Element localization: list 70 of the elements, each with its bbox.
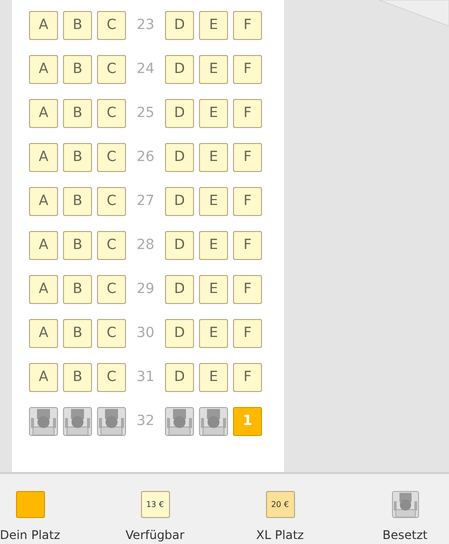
seat-button[interactable]: D — [165, 187, 194, 216]
seat-button[interactable]: C — [97, 319, 126, 348]
seat-button[interactable]: D — [165, 319, 194, 348]
seat-button[interactable]: E — [199, 55, 228, 84]
seat-button[interactable]: B — [63, 363, 92, 392]
seat-button[interactable]: F — [233, 187, 262, 216]
seat-button[interactable]: A — [29, 99, 58, 128]
row-number: 25 — [136, 104, 156, 123]
seat-button[interactable]: D — [165, 275, 194, 304]
seat-button[interactable]: D — [165, 363, 194, 392]
seat-button[interactable]: D — [165, 11, 194, 40]
row-number: 23 — [136, 16, 156, 35]
seat-button[interactable]: E — [199, 319, 228, 348]
seat-button[interactable]: A — [29, 55, 58, 84]
row-number: 27 — [136, 192, 156, 211]
seat-button[interactable]: C — [97, 231, 126, 260]
seat-button[interactable]: B — [63, 55, 92, 84]
seat-button[interactable]: A — [29, 231, 58, 260]
seat-button[interactable]: A — [29, 363, 58, 392]
seat-button[interactable]: E — [199, 363, 228, 392]
seat-button[interactable]: A — [29, 319, 58, 348]
seat-button[interactable]: F — [233, 143, 262, 172]
seat-button[interactable]: D — [165, 143, 194, 172]
seat-button[interactable]: B — [63, 11, 92, 40]
seat-button[interactable]: E — [199, 143, 228, 172]
seat-button[interactable]: E — [199, 99, 228, 128]
seat-button[interactable]: B — [63, 231, 92, 260]
seat-button[interactable]: B — [63, 187, 92, 216]
legend-swatch: 20 € — [266, 491, 294, 518]
row-number: 31 — [136, 368, 156, 387]
seat-button[interactable]: A — [29, 143, 58, 172]
seat-button[interactable]: E — [199, 187, 228, 216]
seat-button[interactable]: A — [29, 187, 58, 216]
legend-label: Besetzt — [382, 527, 428, 544]
seat-button[interactable]: B — [63, 99, 92, 128]
row-number: 24 — [136, 60, 156, 79]
row-number: 32 — [136, 412, 156, 431]
seat-button[interactable]: E — [199, 275, 228, 304]
seat-button[interactable]: D — [165, 231, 194, 260]
seat-button[interactable]: D — [165, 99, 194, 128]
seat-button[interactable]: C — [97, 55, 126, 84]
seat-button[interactable]: C — [97, 143, 126, 172]
seat-button[interactable]: F — [233, 11, 262, 40]
row-number: 30 — [136, 324, 156, 343]
seat-button[interactable]: D — [165, 55, 194, 84]
seat-button[interactable]: F — [233, 275, 262, 304]
seat-button[interactable]: C — [97, 187, 126, 216]
seat-button[interactable]: C — [97, 275, 126, 304]
seat-button[interactable]: F — [233, 99, 262, 128]
seat-button[interactable]: B — [63, 319, 92, 348]
legend-label: Dein Platz — [0, 527, 60, 544]
seat-button[interactable]: A — [29, 275, 58, 304]
seat-button[interactable]: B — [63, 143, 92, 172]
row-number: 28 — [136, 236, 156, 255]
seat-button[interactable]: E — [199, 11, 228, 40]
seat-button[interactable]: F — [233, 363, 262, 392]
seat-button[interactable]: C — [97, 363, 126, 392]
seat-button[interactable]: F — [233, 231, 262, 260]
row-number: 26 — [136, 148, 156, 167]
seat-button[interactable]: B — [63, 275, 92, 304]
seat-button[interactable]: F — [233, 319, 262, 348]
legend-label: XL Platz — [256, 527, 304, 544]
seat-button[interactable]: A — [29, 11, 58, 40]
legend-label: Verfügbar — [126, 527, 184, 544]
seat-button[interactable]: C — [97, 99, 126, 128]
seat-button[interactable]: C — [97, 11, 126, 40]
seat-button[interactable]: E — [199, 231, 228, 260]
row-number: 29 — [136, 280, 156, 299]
legend-swatch: 13 € — [140, 491, 170, 518]
seat-button[interactable]: F — [233, 55, 262, 84]
